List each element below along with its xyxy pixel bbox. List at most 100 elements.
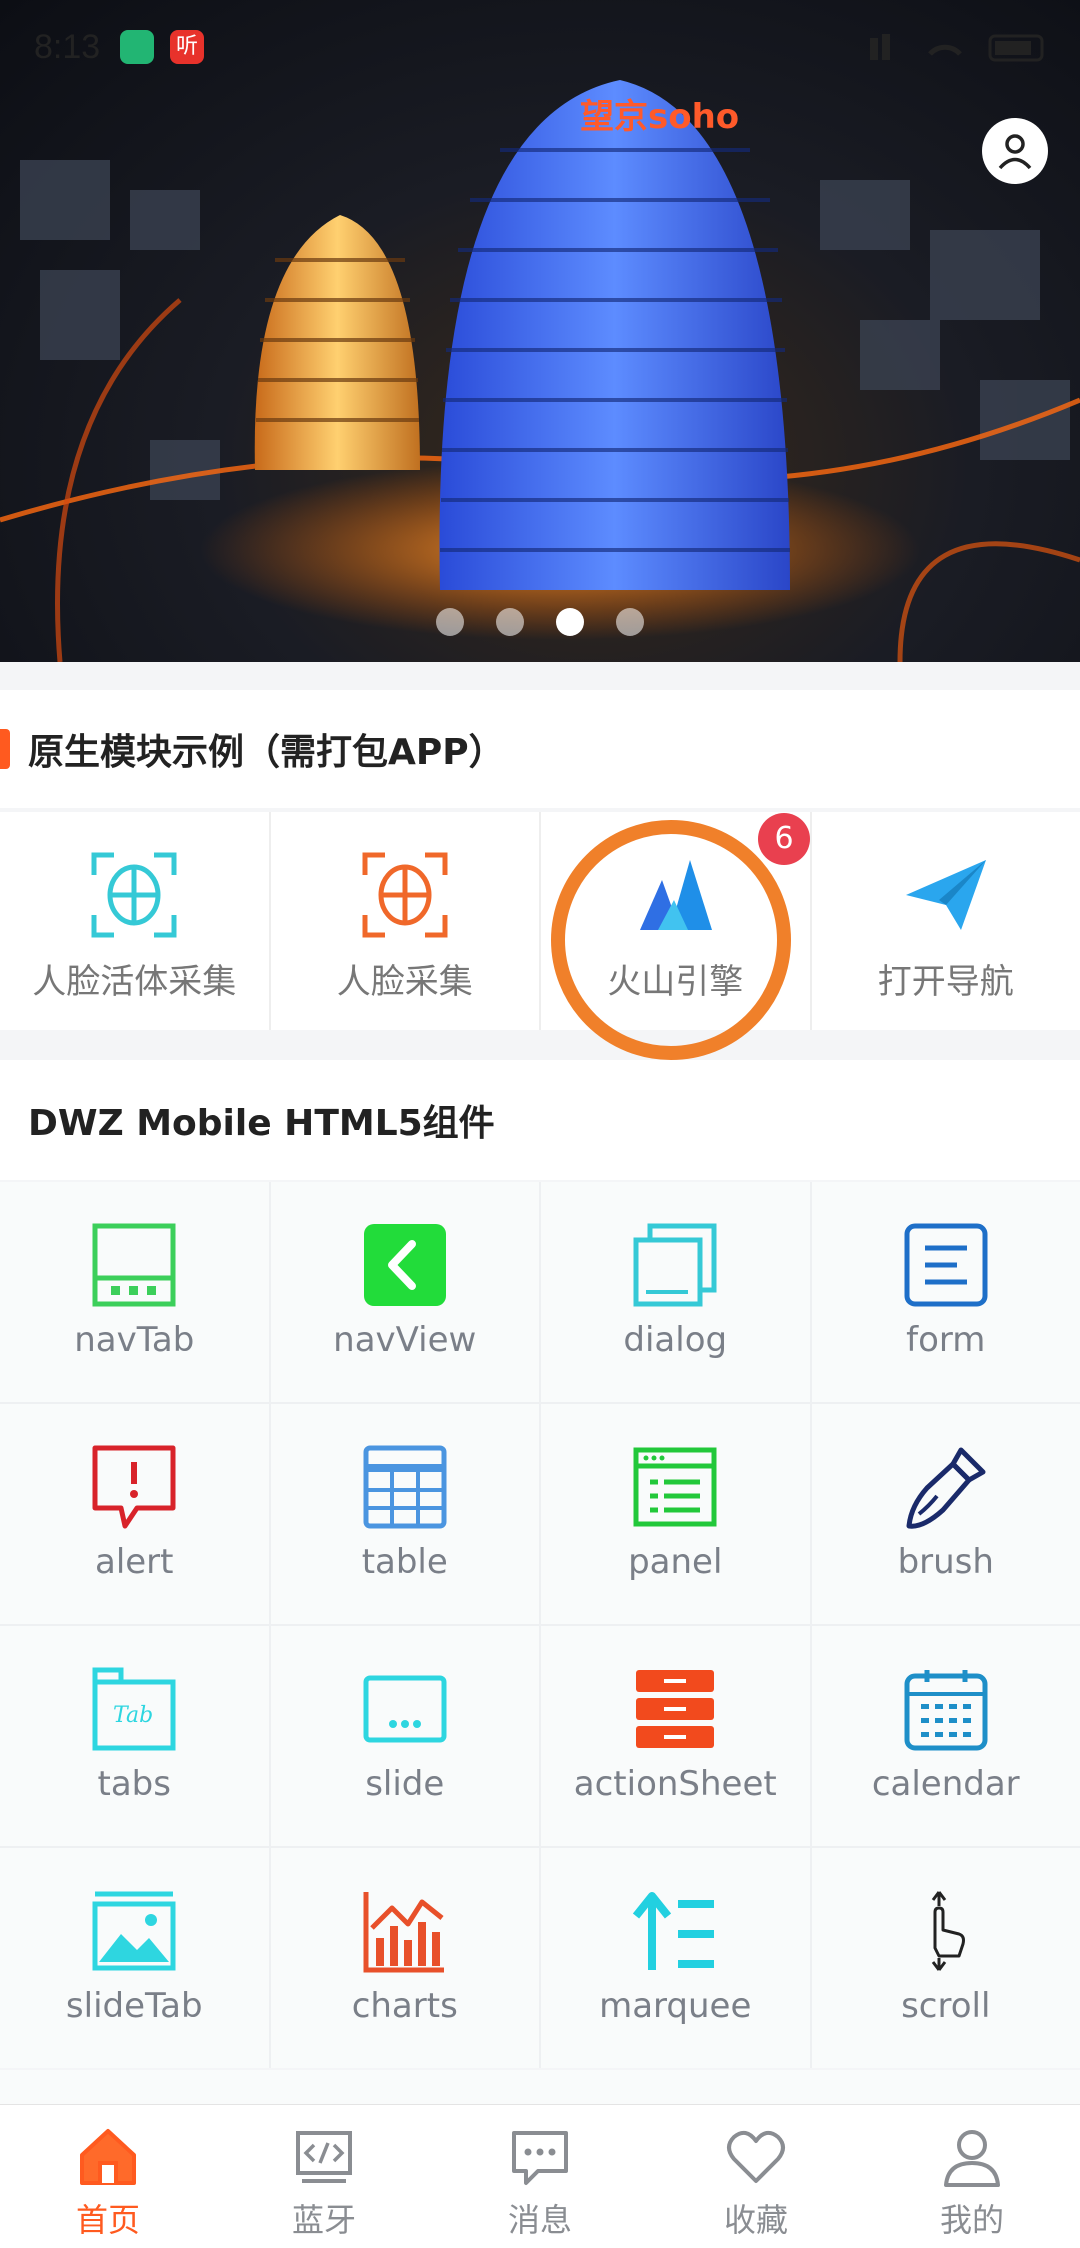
- carousel-dot-active[interactable]: [556, 608, 584, 636]
- carousel-indicator: [0, 608, 1080, 636]
- dialog-icon: [633, 1223, 717, 1307]
- section-title: 原生模块示例（需打包APP）: [28, 732, 505, 773]
- component-grid: navTab navView dialog form alert table p…: [0, 1182, 1080, 2068]
- form-icon: [904, 1223, 988, 1307]
- native-item-face-liveness[interactable]: 人脸活体采集: [0, 812, 271, 1030]
- tab-profile[interactable]: 我的: [864, 2105, 1080, 2248]
- component-label: tabs: [97, 1764, 171, 1804]
- status-indicators-icon: [870, 34, 1044, 62]
- paper-plane-icon: [905, 860, 986, 930]
- component-label: navView: [333, 1320, 477, 1360]
- component-item-tabs[interactable]: Tab tabs: [0, 1626, 269, 1846]
- face-capture-icon: [362, 852, 448, 938]
- component-label: brush: [897, 1542, 994, 1582]
- component-item-calendar[interactable]: calendar: [811, 1626, 1080, 1846]
- component-label: scroll: [901, 1986, 991, 2026]
- nav-tab-icon: [92, 1223, 176, 1307]
- component-item-table[interactable]: table: [270, 1404, 539, 1624]
- component-item-slide[interactable]: slide: [270, 1626, 539, 1846]
- component-item-charts[interactable]: charts: [270, 1848, 539, 2068]
- component-label: charts: [351, 1986, 458, 2026]
- app-screen: 望京soho 8:13 听 原生模块示例（需打包APP） 人脸活体采集 人脸采集…: [0, 0, 1080, 2248]
- message-icon: [512, 2131, 568, 2185]
- component-item-dialog[interactable]: dialog: [541, 1182, 810, 1402]
- banner-sign-text: 望京soho: [580, 97, 739, 137]
- component-item-panel[interactable]: panel: [541, 1404, 810, 1624]
- brush-icon: [906, 1447, 986, 1529]
- component-item-actionsheet[interactable]: actionSheet: [541, 1626, 810, 1846]
- components-section-header: DWZ Mobile HTML5组件: [0, 1060, 1080, 1180]
- banner-carousel[interactable]: 望京soho 8:13 听: [0, 0, 1080, 662]
- home-icon: [80, 2129, 136, 2185]
- native-item-face-capture[interactable]: 人脸采集: [271, 812, 541, 1030]
- component-label: calendar: [871, 1764, 1020, 1804]
- slide-icon: [363, 1675, 447, 1743]
- charts-icon: [363, 1892, 444, 1973]
- native-item-open-navigation[interactable]: 打开导航: [812, 812, 1080, 1030]
- tab-favorites[interactable]: 收藏: [648, 2105, 864, 2248]
- native-item-label: 人脸活体采集: [32, 962, 237, 1002]
- carousel-dot[interactable]: [496, 608, 524, 636]
- component-label: panel: [628, 1542, 723, 1582]
- tab-label: 首页: [75, 2201, 140, 2239]
- marquee-icon: [633, 1892, 715, 1970]
- slide-tab-icon: [92, 1891, 176, 1971]
- native-item-label: 打开导航: [877, 962, 1014, 1002]
- shield-app-icon: [120, 30, 154, 64]
- tab-label: 我的: [939, 2201, 1004, 2239]
- carousel-dot[interactable]: [616, 608, 644, 636]
- nav-view-icon: [363, 1224, 446, 1306]
- component-item-slidetab[interactable]: slideTab: [0, 1848, 269, 2068]
- calendar-icon: [904, 1670, 988, 1751]
- face-scan-icon: [91, 852, 177, 938]
- component-label: navTab: [74, 1320, 195, 1360]
- tab-label: 蓝牙: [291, 2201, 356, 2239]
- component-label: slide: [365, 1764, 445, 1804]
- bottom-tab-bar: 首页 蓝牙 消息 收藏 我的: [0, 2104, 1080, 2248]
- avatar-button[interactable]: [982, 118, 1048, 184]
- user-icon: [944, 2130, 1000, 2187]
- table-icon: [363, 1445, 447, 1529]
- svg-text:Tab: Tab: [113, 1703, 153, 1728]
- component-label: alert: [94, 1542, 174, 1582]
- component-item-brush[interactable]: brush: [811, 1404, 1080, 1624]
- action-sheet-icon: [636, 1670, 715, 1748]
- component-label: form: [906, 1320, 986, 1360]
- notification-badge: 6: [758, 813, 810, 865]
- section-title: DWZ Mobile HTML5组件: [28, 1103, 495, 1144]
- heart-icon: [727, 2130, 785, 2183]
- component-label: marquee: [599, 1986, 752, 2026]
- section-accent-bar: [0, 729, 10, 769]
- component-item-form[interactable]: form: [811, 1182, 1080, 1402]
- carousel-dot[interactable]: [436, 608, 464, 636]
- native-section-header: 原生模块示例（需打包APP）: [0, 690, 1080, 808]
- native-module-grid: 人脸活体采集 人脸采集 火山引擎 打开导航: [0, 812, 1080, 1030]
- component-item-marquee[interactable]: marquee: [541, 1848, 810, 2068]
- native-item-label: 火山引擎: [607, 962, 744, 1002]
- tab-home[interactable]: 首页: [0, 2105, 216, 2248]
- component-item-navtab[interactable]: navTab: [0, 1182, 269, 1402]
- tab-label: 收藏: [723, 2201, 788, 2239]
- component-item-scroll[interactable]: scroll: [811, 1848, 1080, 2068]
- listen-app-icon: 听: [170, 30, 204, 64]
- component-label: table: [361, 1542, 448, 1582]
- tab-messages[interactable]: 消息: [432, 2105, 648, 2248]
- banner-image: 望京soho: [0, 80, 1080, 662]
- component-label: dialog: [623, 1320, 728, 1360]
- component-item-navview[interactable]: navView: [270, 1182, 539, 1402]
- component-label: actionSheet: [573, 1764, 777, 1804]
- component-label: slideTab: [65, 1986, 203, 2026]
- alert-icon: [92, 1445, 176, 1529]
- code-icon: [296, 2131, 352, 2183]
- tab-bluetooth[interactable]: 蓝牙: [216, 2105, 432, 2248]
- tab-label: 消息: [507, 2201, 572, 2239]
- user-icon: [998, 134, 1032, 170]
- panel-icon: [633, 1447, 717, 1527]
- native-item-label: 人脸采集: [336, 962, 473, 1002]
- scroll-icon: [931, 1891, 965, 1971]
- status-time: 8:13: [34, 28, 101, 66]
- status-bar: 8:13 听: [0, 0, 1080, 92]
- volcano-engine-icon: [640, 860, 713, 930]
- tabs-icon: Tab: [92, 1667, 176, 1751]
- component-item-alert[interactable]: alert: [0, 1404, 269, 1624]
